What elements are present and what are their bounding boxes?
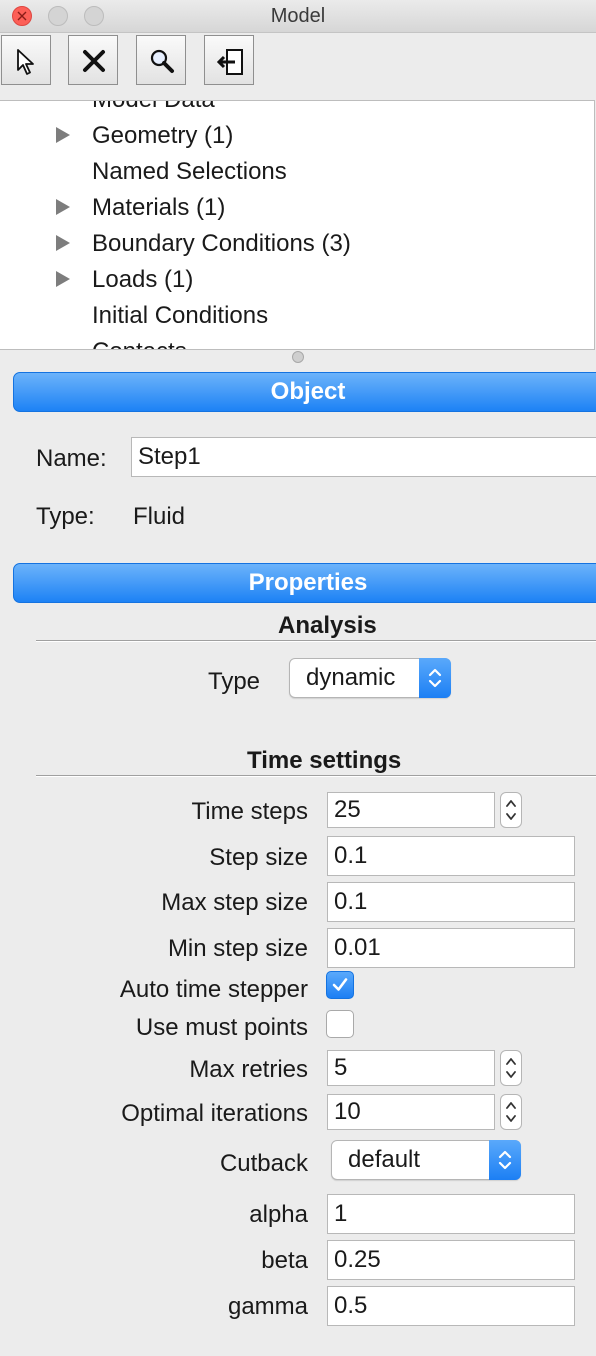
title-bar: Model bbox=[0, 0, 596, 33]
min-step-size-label: Min step size bbox=[167, 935, 308, 962]
stepper-arrows-icon bbox=[506, 1058, 516, 1078]
analysis-type-select[interactable]: dynamic bbox=[289, 658, 451, 698]
window-title: Model bbox=[270, 5, 326, 27]
gamma-field[interactable]: 0.5 bbox=[327, 1286, 575, 1326]
name-field[interactable]: Step1 bbox=[131, 437, 596, 477]
use-must-points-label: Use must points bbox=[135, 1014, 308, 1041]
analysis-group-title: Analysis bbox=[270, 612, 385, 640]
step-size-label: Step size bbox=[209, 844, 308, 871]
time-steps-field[interactable]: 25 bbox=[327, 792, 495, 828]
time-steps-stepper[interactable] bbox=[500, 792, 522, 828]
max-retries-stepper[interactable] bbox=[500, 1050, 522, 1086]
properties-section-header[interactable]: Properties bbox=[13, 563, 596, 603]
min-step-size-field[interactable]: 0.01 bbox=[327, 928, 575, 968]
select-arrows-icon bbox=[489, 1140, 521, 1180]
max-retries-field[interactable]: 5 bbox=[327, 1050, 495, 1086]
model-tree[interactable]: Model Data Geometry (1) Named Selections… bbox=[0, 100, 595, 350]
tree-item-label: Initial Conditions bbox=[92, 302, 269, 329]
expand-arrow-icon[interactable] bbox=[56, 199, 70, 215]
toolbar bbox=[0, 33, 596, 87]
exit-button[interactable] bbox=[204, 35, 254, 85]
step-size-field[interactable]: 0.1 bbox=[327, 836, 575, 876]
cutback-value: default bbox=[348, 1146, 421, 1173]
beta-field[interactable]: 0.25 bbox=[327, 1240, 575, 1280]
exit-door-icon bbox=[217, 49, 243, 75]
max-step-size-field[interactable]: 0.1 bbox=[327, 882, 575, 922]
analysis-group-divider bbox=[36, 640, 596, 642]
tree-item-label: Model Data bbox=[92, 101, 215, 114]
alpha-field[interactable]: 1 bbox=[327, 1194, 575, 1234]
optimal-iterations-stepper[interactable] bbox=[500, 1094, 522, 1130]
tree-item-label: Loads (1) bbox=[92, 266, 194, 293]
stepper-arrows-icon bbox=[506, 1102, 516, 1122]
use-must-points-checkbox[interactable] bbox=[326, 1010, 354, 1038]
tree-item-label: Geometry (1) bbox=[92, 122, 234, 149]
auto-time-stepper-checkbox[interactable] bbox=[326, 971, 354, 999]
checkmark-icon bbox=[332, 978, 348, 991]
time-steps-label: Time steps bbox=[191, 798, 308, 825]
type-label: Type: bbox=[36, 503, 95, 530]
expand-arrow-icon[interactable] bbox=[56, 271, 70, 287]
name-label: Name: bbox=[36, 445, 107, 472]
tree-item-label: Boundary Conditions (3) bbox=[92, 230, 351, 257]
tree-item-label: Materials (1) bbox=[92, 194, 226, 221]
time-settings-group-divider bbox=[36, 775, 596, 777]
cutback-label: Cutback bbox=[219, 1150, 308, 1177]
expand-arrow-icon[interactable] bbox=[56, 127, 70, 143]
gamma-label: gamma bbox=[227, 1293, 308, 1320]
delete-x-icon bbox=[83, 50, 105, 72]
auto-time-stepper-label: Auto time stepper bbox=[119, 976, 308, 1003]
stepper-arrows-icon bbox=[506, 800, 516, 820]
object-section-header[interactable]: Object bbox=[13, 372, 596, 412]
zoom-button[interactable] bbox=[136, 35, 186, 85]
beta-label: beta bbox=[261, 1247, 308, 1274]
expand-arrow-icon[interactable] bbox=[56, 235, 70, 251]
select-arrows-icon bbox=[419, 658, 451, 698]
cutback-select[interactable]: default bbox=[331, 1140, 521, 1180]
tree-item-label: Named Selections bbox=[92, 158, 287, 185]
splitter-handle[interactable] bbox=[292, 351, 304, 363]
magnifier-icon bbox=[150, 49, 174, 73]
pointer-arrow-icon bbox=[17, 49, 34, 75]
analysis-type-label: Type bbox=[208, 668, 261, 695]
alpha-label: alpha bbox=[249, 1201, 308, 1228]
optimal-iterations-field[interactable]: 10 bbox=[327, 1094, 495, 1130]
optimal-iterations-label: Optimal iterations bbox=[121, 1100, 308, 1127]
select-tool-button[interactable] bbox=[1, 35, 51, 85]
max-step-size-label: Max step size bbox=[161, 889, 308, 916]
type-value: Fluid bbox=[133, 503, 186, 530]
tree-item-label: Contacts bbox=[92, 338, 187, 349]
max-retries-label: Max retries bbox=[189, 1056, 308, 1083]
analysis-type-value: dynamic bbox=[306, 664, 396, 691]
delete-button[interactable] bbox=[68, 35, 118, 85]
time-settings-group-title: Time settings bbox=[239, 747, 410, 775]
